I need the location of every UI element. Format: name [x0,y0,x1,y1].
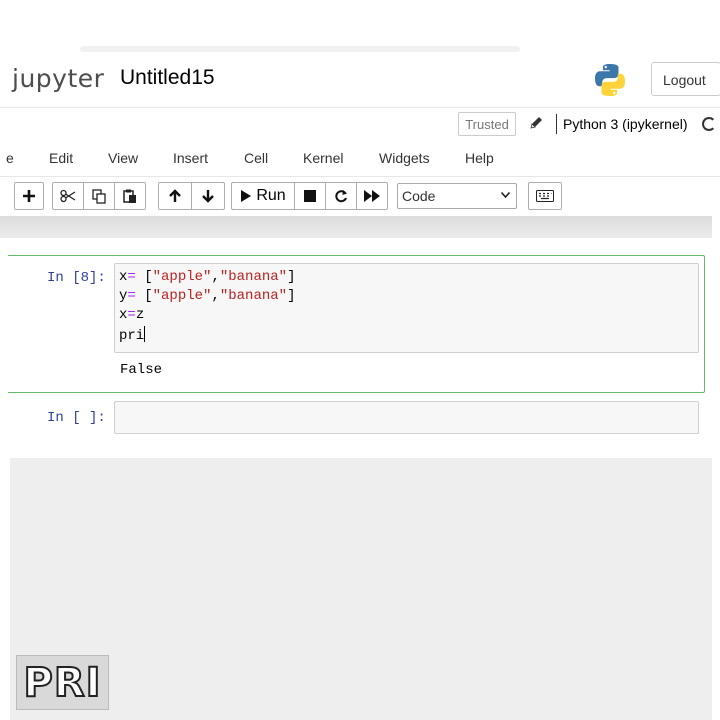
empty-code-input-area[interactable] [114,401,699,434]
code-line: pri [119,326,146,344]
cell-type-value: Code [402,188,436,204]
code-token: "apple" [152,288,212,304]
stop-icon [304,190,316,202]
code-token: "banana" [219,288,288,304]
chevron-down-icon [501,192,510,198]
kernel-status-icon [702,117,716,131]
menu-kernel[interactable]: Kernel [303,150,343,166]
python-logo-icon [595,64,625,96]
notebook-title[interactable]: Untitled15 [120,66,215,90]
header-divider [0,107,720,108]
restart-run-all-button[interactable] [356,182,388,210]
code-token: = [127,307,136,323]
browser-top-strip [0,0,720,52]
menu-bar: e Edit View Insert Cell Kernel Widgets H… [0,146,720,174]
plus-icon [23,190,35,202]
restart-icon [335,190,347,203]
fast-forward-icon [364,190,380,202]
code-line: x= ["apple","banana"] [119,269,295,285]
menu-insert[interactable]: Insert [173,150,208,166]
code-token: ] [287,269,296,285]
code-token: pri [119,328,145,344]
menu-edit[interactable]: Edit [49,150,73,166]
arrow-up-icon [169,189,181,202]
move-down-button[interactable] [191,182,225,210]
run-button-label: Run [256,187,286,204]
text-cursor [144,326,146,342]
play-icon [241,190,252,202]
code-token: = [127,288,136,304]
run-button-group: Run [231,182,388,210]
arrow-down-icon [202,190,214,203]
input-prompt: In [8]: [47,270,106,286]
kernel-separator [556,114,557,134]
code-token: ] [287,288,296,304]
code-token: [ [135,288,153,304]
menu-widgets[interactable]: Widgets [379,150,430,166]
code-token: "banana" [219,269,288,285]
pencil-icon[interactable] [528,114,544,132]
cut-icon [60,189,76,203]
menu-view[interactable]: View [108,150,138,166]
code-line: x=z [119,307,144,323]
jupyter-logo[interactable]: jupyter [12,64,104,93]
cell-type-select[interactable]: Code [397,183,517,209]
interrupt-button[interactable] [294,182,326,210]
move-up-button[interactable] [158,182,192,210]
insert-cell-button[interactable] [14,182,44,210]
menu-file[interactable]: e [6,150,14,166]
cut-button[interactable] [52,182,84,210]
kernel-name[interactable]: Python 3 (ipykernel) [563,116,688,132]
code-token: z [135,307,145,323]
menu-help[interactable]: Help [465,150,494,166]
keyboard-icon [536,190,554,202]
code-token: "apple" [152,269,212,285]
trusted-badge[interactable]: Trusted [458,112,516,136]
code-token: = [127,269,136,285]
command-palette-button[interactable] [528,182,562,210]
code-token: , [211,288,220,304]
empty-input-prompt: In [ ]: [47,410,106,426]
menu-divider [0,176,720,177]
restart-button[interactable] [325,182,357,210]
notebook-background [10,458,712,720]
copy-button[interactable] [83,182,115,210]
copy-icon [92,188,106,204]
logout-button[interactable]: Logout [651,62,720,96]
paste-button[interactable] [114,182,146,210]
run-button[interactable]: Run [231,182,295,210]
code-line: y= ["apple","banana"] [119,288,295,304]
notebook-header: jupyter Untitled15 Logout [0,52,720,108]
code-token: [ [135,269,153,285]
toolbar-shadow [0,216,712,238]
clipboard-button-group [52,182,146,210]
menu-cell[interactable]: Cell [244,150,268,166]
cell-output: False [120,362,163,378]
watermark-badge: PRI [16,655,109,710]
move-button-group [158,182,225,210]
code-token: , [211,269,220,285]
right-edge [712,216,720,720]
paste-icon [123,189,136,203]
